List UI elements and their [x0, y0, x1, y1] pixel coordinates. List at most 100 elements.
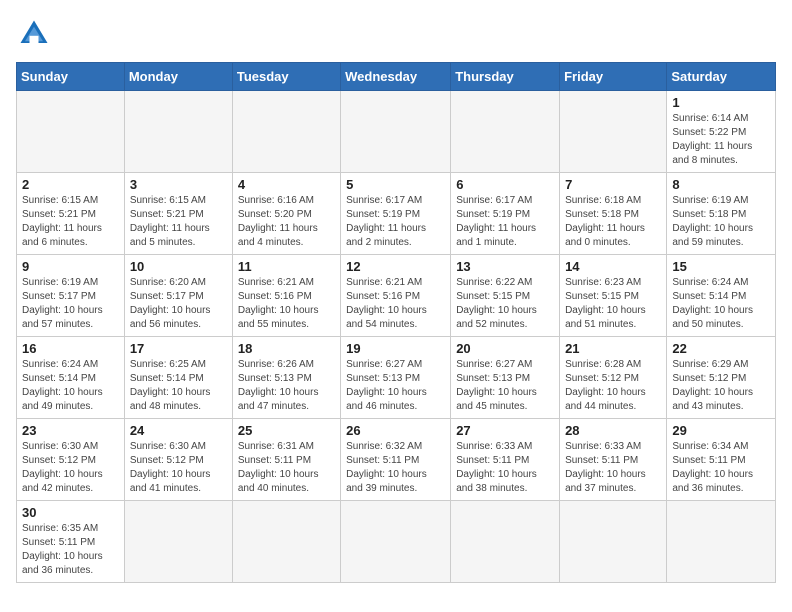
calendar-cell: 25 Sunrise: 6:31 AM Sunset: 5:11 PM Dayli…: [232, 419, 340, 501]
calendar-week-0: 1 Sunrise: 6:14 AM Sunset: 5:22 PM Daylig…: [17, 91, 776, 173]
day-info: Sunrise: 6:29 AM Sunset: 5:12 PM Dayligh…: [672, 358, 770, 414]
calendar-cell: 16Sunrise: 6:24 AM Sunset: 5:14 PM Dayli…: [17, 337, 125, 419]
day-info: Sunrise: 6:17 AM Sunset: 5:19 PM Dayligh…: [456, 194, 554, 250]
day-info: Sunrise: 6:26 AM Sunset: 5:13 PM Dayligh…: [238, 358, 335, 414]
calendar-cell: [124, 91, 232, 173]
day-number: 2: [22, 177, 119, 192]
calendar-cell: 21Sunrise: 6:28 AM Sunset: 5:12 PM Dayli…: [560, 337, 667, 419]
weekday-header-saturday: Saturday: [667, 63, 776, 91]
calendar-cell: 24 Sunrise: 6:30 AM Sunset: 5:12 PM Dayli…: [124, 419, 232, 501]
calendar-cell: 27 Sunrise: 6:33 AM Sunset: 5:11 PM Dayli…: [451, 419, 560, 501]
day-number: 30: [22, 505, 119, 520]
day-number: 25: [238, 423, 335, 438]
day-number: 20: [456, 341, 554, 356]
calendar-cell: 6Sunrise: 6:17 AM Sunset: 5:19 PM Daylig…: [451, 173, 560, 255]
day-number: 9: [22, 259, 119, 274]
calendar-cell: 9 Sunrise: 6:19 AM Sunset: 5:17 PM Daylig…: [17, 255, 125, 337]
logo-icon: [16, 16, 52, 52]
calendar-cell: 4 Sunrise: 6:16 AM Sunset: 5:20 PM Daylig…: [232, 173, 340, 255]
day-info: Sunrise: 6:30 AM Sunset: 5:12 PM Dayligh…: [130, 440, 227, 496]
day-info: Sunrise: 6:21 AM Sunset: 5:16 PM Dayligh…: [346, 276, 445, 332]
day-info: Sunrise: 6:24 AM Sunset: 5:14 PM Dayligh…: [22, 358, 119, 414]
day-number: 8: [672, 177, 770, 192]
calendar-cell: [232, 91, 340, 173]
calendar-cell: 29 Sunrise: 6:34 AM Sunset: 5:11 PM Dayli…: [667, 419, 776, 501]
calendar-cell: 20Sunrise: 6:27 AM Sunset: 5:13 PM Dayli…: [451, 337, 560, 419]
weekday-header-thursday: Thursday: [451, 63, 560, 91]
calendar-week-5: 30 Sunrise: 6:35 AM Sunset: 5:11 PM Dayli…: [17, 501, 776, 583]
calendar-cell: 18 Sunrise: 6:26 AM Sunset: 5:13 PM Dayli…: [232, 337, 340, 419]
calendar-cell: 26Sunrise: 6:32 AM Sunset: 5:11 PM Dayli…: [341, 419, 451, 501]
calendar-cell: 28 Sunrise: 6:33 AM Sunset: 5:11 PM Dayli…: [560, 419, 667, 501]
calendar-cell: 14 Sunrise: 6:23 AM Sunset: 5:15 PM Dayli…: [560, 255, 667, 337]
day-number: 29: [672, 423, 770, 438]
calendar-cell: [17, 91, 125, 173]
day-number: 11: [238, 259, 335, 274]
day-info: Sunrise: 6:19 AM Sunset: 5:17 PM Dayligh…: [22, 276, 119, 332]
day-info: Sunrise: 6:20 AM Sunset: 5:17 PM Dayligh…: [130, 276, 227, 332]
calendar-cell: 2Sunrise: 6:15 AM Sunset: 5:21 PM Daylig…: [17, 173, 125, 255]
day-number: 23: [22, 423, 119, 438]
day-info: Sunrise: 6:34 AM Sunset: 5:11 PM Dayligh…: [672, 440, 770, 496]
calendar-cell: 1 Sunrise: 6:14 AM Sunset: 5:22 PM Daylig…: [667, 91, 776, 173]
day-number: 7: [565, 177, 661, 192]
calendar-week-3: 16Sunrise: 6:24 AM Sunset: 5:14 PM Dayli…: [17, 337, 776, 419]
calendar-cell: 12 Sunrise: 6:21 AM Sunset: 5:16 PM Dayli…: [341, 255, 451, 337]
weekday-header-tuesday: Tuesday: [232, 63, 340, 91]
weekday-header-wednesday: Wednesday: [341, 63, 451, 91]
day-info: Sunrise: 6:18 AM Sunset: 5:18 PM Dayligh…: [565, 194, 661, 250]
calendar-cell: 5Sunrise: 6:17 AM Sunset: 5:19 PM Daylig…: [341, 173, 451, 255]
day-number: 18: [238, 341, 335, 356]
weekday-header-row: SundayMondayTuesdayWednesdayThursdayFrid…: [17, 63, 776, 91]
day-info: Sunrise: 6:21 AM Sunset: 5:16 PM Dayligh…: [238, 276, 335, 332]
calendar-week-1: 2Sunrise: 6:15 AM Sunset: 5:21 PM Daylig…: [17, 173, 776, 255]
weekday-header-monday: Monday: [124, 63, 232, 91]
calendar-cell: [560, 501, 667, 583]
day-number: 21: [565, 341, 661, 356]
day-info: Sunrise: 6:14 AM Sunset: 5:22 PM Dayligh…: [672, 112, 770, 168]
day-number: 17: [130, 341, 227, 356]
day-number: 22: [672, 341, 770, 356]
day-number: 13: [456, 259, 554, 274]
day-number: 5: [346, 177, 445, 192]
calendar-week-2: 9 Sunrise: 6:19 AM Sunset: 5:17 PM Daylig…: [17, 255, 776, 337]
day-number: 15: [672, 259, 770, 274]
calendar-cell: 3Sunrise: 6:15 AM Sunset: 5:21 PM Daylig…: [124, 173, 232, 255]
day-info: Sunrise: 6:32 AM Sunset: 5:11 PM Dayligh…: [346, 440, 445, 496]
logo: [16, 16, 58, 52]
day-info: Sunrise: 6:22 AM Sunset: 5:15 PM Dayligh…: [456, 276, 554, 332]
day-info: Sunrise: 6:35 AM Sunset: 5:11 PM Dayligh…: [22, 522, 119, 578]
calendar-cell: 22 Sunrise: 6:29 AM Sunset: 5:12 PM Dayli…: [667, 337, 776, 419]
day-number: 12: [346, 259, 445, 274]
day-info: Sunrise: 6:23 AM Sunset: 5:15 PM Dayligh…: [565, 276, 661, 332]
calendar-cell: 30 Sunrise: 6:35 AM Sunset: 5:11 PM Dayli…: [17, 501, 125, 583]
calendar-cell: [451, 501, 560, 583]
calendar-cell: 19Sunrise: 6:27 AM Sunset: 5:13 PM Dayli…: [341, 337, 451, 419]
day-info: Sunrise: 6:16 AM Sunset: 5:20 PM Dayligh…: [238, 194, 335, 250]
calendar-cell: 8Sunrise: 6:19 AM Sunset: 5:18 PM Daylig…: [667, 173, 776, 255]
day-number: 4: [238, 177, 335, 192]
day-number: 1: [672, 95, 770, 110]
day-info: Sunrise: 6:33 AM Sunset: 5:11 PM Dayligh…: [565, 440, 661, 496]
day-info: Sunrise: 6:33 AM Sunset: 5:11 PM Dayligh…: [456, 440, 554, 496]
day-number: 28: [565, 423, 661, 438]
weekday-header-sunday: Sunday: [17, 63, 125, 91]
calendar-cell: [341, 501, 451, 583]
calendar-cell: [667, 501, 776, 583]
day-number: 27: [456, 423, 554, 438]
calendar-week-4: 23 Sunrise: 6:30 AM Sunset: 5:12 PM Dayli…: [17, 419, 776, 501]
calendar-cell: 7 Sunrise: 6:18 AM Sunset: 5:18 PM Daylig…: [560, 173, 667, 255]
day-number: 24: [130, 423, 227, 438]
calendar-cell: 15 Sunrise: 6:24 AM Sunset: 5:14 PM Dayli…: [667, 255, 776, 337]
calendar-cell: [451, 91, 560, 173]
calendar-cell: 23Sunrise: 6:30 AM Sunset: 5:12 PM Dayli…: [17, 419, 125, 501]
day-number: 14: [565, 259, 661, 274]
day-info: Sunrise: 6:25 AM Sunset: 5:14 PM Dayligh…: [130, 358, 227, 414]
calendar-table: SundayMondayTuesdayWednesdayThursdayFrid…: [16, 62, 776, 583]
day-number: 10: [130, 259, 227, 274]
day-info: Sunrise: 6:31 AM Sunset: 5:11 PM Dayligh…: [238, 440, 335, 496]
calendar-cell: 17 Sunrise: 6:25 AM Sunset: 5:14 PM Dayli…: [124, 337, 232, 419]
day-info: Sunrise: 6:24 AM Sunset: 5:14 PM Dayligh…: [672, 276, 770, 332]
calendar-cell: 10 Sunrise: 6:20 AM Sunset: 5:17 PM Dayli…: [124, 255, 232, 337]
day-number: 3: [130, 177, 227, 192]
